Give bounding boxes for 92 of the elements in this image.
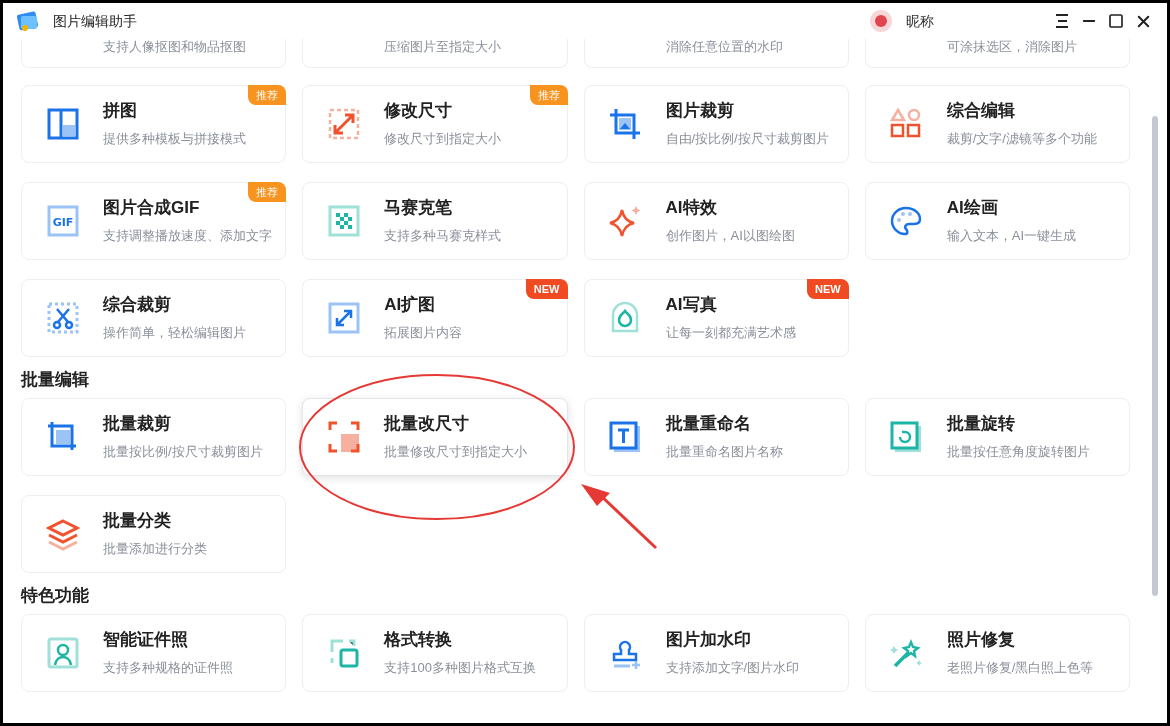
tool-description: 拓展图片内容: [384, 325, 463, 341]
badge: NEW: [525, 279, 568, 299]
avatar[interactable]: [870, 10, 892, 32]
tool-title: AI绘画: [946, 198, 999, 218]
tool-card[interactable]: NEW AI写真 让每一刻都充满艺术感: [583, 279, 849, 357]
tool-description: 支持人像抠图和物品抠图: [103, 39, 246, 55]
tool-description: 批量修改尺寸到指定大小: [384, 444, 528, 460]
maximize-icon[interactable]: [1108, 13, 1124, 29]
tool-description: 操作简单，轻松编辑图片: [103, 325, 246, 341]
tool-description: 支持添加文字/图片水印: [665, 660, 800, 676]
tool-title: 批量分类: [103, 511, 172, 531]
tool-description: 提供多种模板与拼接模式: [103, 131, 246, 147]
scissors-icon: [45, 301, 80, 335]
tool-description: 修改尺寸到指定大小: [384, 131, 502, 147]
tool-card[interactable]: 图片裁剪 自由/按比例/按尺寸裁剪图片: [583, 85, 849, 163]
tool-title: 批量重命名: [665, 414, 752, 434]
tool-title: AI特效: [665, 198, 718, 218]
tool-title: 图片裁剪: [665, 101, 735, 121]
tool-card[interactable]: 批量改尺寸 批量修改尺寸到指定大小: [302, 398, 568, 476]
tool-description: 老照片修复/黑白照上色等: [946, 660, 1094, 676]
tool-title: 综合编辑: [946, 101, 1016, 121]
menu-icon[interactable]: [1054, 13, 1070, 29]
tool-description: 压缩图片至指定大小: [384, 39, 502, 55]
tool-description: 消除任意位置的水印: [665, 39, 783, 55]
badge: NEW: [807, 279, 849, 299]
collage-icon: [45, 107, 80, 141]
badge: 推荐: [248, 182, 287, 202]
tool-title: 照片修复: [946, 630, 1016, 650]
tool-card[interactable]: 推荐 修改尺寸 修改尺寸到指定大小: [302, 85, 568, 163]
tool-description: 让每一刻都充满艺术感: [665, 325, 796, 341]
id-photo-icon: [45, 636, 80, 670]
tool-card[interactable]: 马赛克笔 支持多种马赛克样式: [302, 182, 568, 260]
scrollbar[interactable]: [1152, 116, 1158, 596]
tool-title: 批量旋转: [946, 414, 1016, 434]
tool-card[interactable]: 格式转换 支持100多种图片格式互换: [302, 614, 568, 692]
tool-title: 马赛克笔: [384, 198, 454, 218]
tool-card[interactable]: 推荐 拼图 提供多种模板与拼接模式: [21, 85, 287, 163]
tool-description: 支持调整播放速度、添加文字: [103, 228, 272, 244]
tool-title: AI扩图: [384, 295, 437, 315]
tool-card[interactable]: 综合裁剪 操作简单，轻松编辑图片: [21, 279, 287, 357]
rotate-icon: [889, 420, 924, 454]
resize-arrows-icon: [326, 107, 361, 141]
tool-description: 输入文本，AI一键生成: [946, 228, 1077, 244]
tool-description: 批量按任意角度旋转图片: [946, 444, 1090, 460]
tool-title: 图片加水印: [665, 630, 752, 650]
app-logo-icon: [15, 8, 41, 34]
tool-card[interactable]: 批量裁剪 批量按比例/按尺寸裁剪图片: [21, 398, 287, 476]
tool-card[interactable]: 推荐 GIF 图片合成GIF 支持调整播放速度、添加文字: [21, 182, 287, 260]
tool-description: 支持多种规格的证件照: [103, 660, 233, 676]
tool-card[interactable]: 批量旋转 批量按任意角度旋转图片: [864, 398, 1130, 476]
badge: 推荐: [248, 85, 287, 105]
tool-title: 综合裁剪: [103, 295, 172, 315]
tool-title: 格式转换: [384, 630, 454, 650]
tool-description: 批量添加进行分类: [103, 541, 207, 557]
crop-icon: [608, 107, 642, 141]
tool-title: 修改尺寸: [384, 101, 454, 121]
tool-title: 图片合成GIF: [103, 198, 201, 218]
tool-card[interactable]: 智能证件照 支持多种规格的证件照: [21, 614, 287, 692]
layers-icon: [45, 517, 80, 551]
section-heading: 特色功能: [21, 586, 90, 606]
tool-description: 可涂抹选区，消除图片: [946, 39, 1077, 55]
tool-description: 批量按比例/按尺寸裁剪图片: [103, 444, 263, 460]
tool-title: 拼图: [103, 101, 138, 121]
tool-description: 支持多种马赛克样式: [384, 228, 502, 244]
resize-frame-icon: [326, 420, 361, 454]
sparkle-icon: [608, 204, 642, 238]
tool-card[interactable]: AI特效 创作图片，AI以图绘图: [583, 182, 849, 260]
tool-description: 自由/按比例/按尺寸裁剪图片: [665, 131, 829, 147]
window-title: 图片编辑助手: [53, 11, 137, 31]
tool-card[interactable]: NEW AI扩图 拓展图片内容: [302, 279, 568, 357]
tool-card[interactable]: 批量重命名 批量重命名图片名称: [583, 398, 849, 476]
tool-title: 批量改尺寸: [384, 414, 471, 434]
expand-icon: [326, 301, 361, 335]
badge: 推荐: [529, 85, 568, 105]
tool-card[interactable]: 综合编辑 裁剪/文字/滤镜等多个功能: [864, 85, 1130, 163]
tool-title: AI写真: [665, 295, 718, 315]
tool-title: 批量裁剪: [103, 414, 172, 434]
tool-card[interactable]: 图片加水印 支持添加文字/图片水印: [583, 614, 849, 692]
tool-description: 支持100多种图片格式互换: [384, 660, 536, 676]
tool-card[interactable]: AI绘画 输入文本，AI一键生成: [864, 182, 1130, 260]
tool-description: 创作图片，AI以图绘图: [665, 228, 795, 244]
user-nickname[interactable]: 昵称: [906, 10, 934, 32]
tool-description: 批量重命名图片名称: [665, 444, 783, 460]
tool-card[interactable]: 批量分类 批量添加进行分类: [21, 495, 287, 573]
tool-title: 智能证件照: [103, 630, 189, 650]
palette-icon: [889, 204, 924, 238]
text-frame-icon: [608, 420, 642, 454]
tool-description: 裁剪/文字/滤镜等多个功能: [946, 131, 1097, 147]
mosaic-icon: [326, 204, 361, 238]
gif-icon: GIF: [45, 204, 80, 238]
section-heading: 批量编辑: [21, 370, 90, 390]
tool-card[interactable]: 照片修复 老照片修复/黑白照上色等: [864, 614, 1130, 692]
